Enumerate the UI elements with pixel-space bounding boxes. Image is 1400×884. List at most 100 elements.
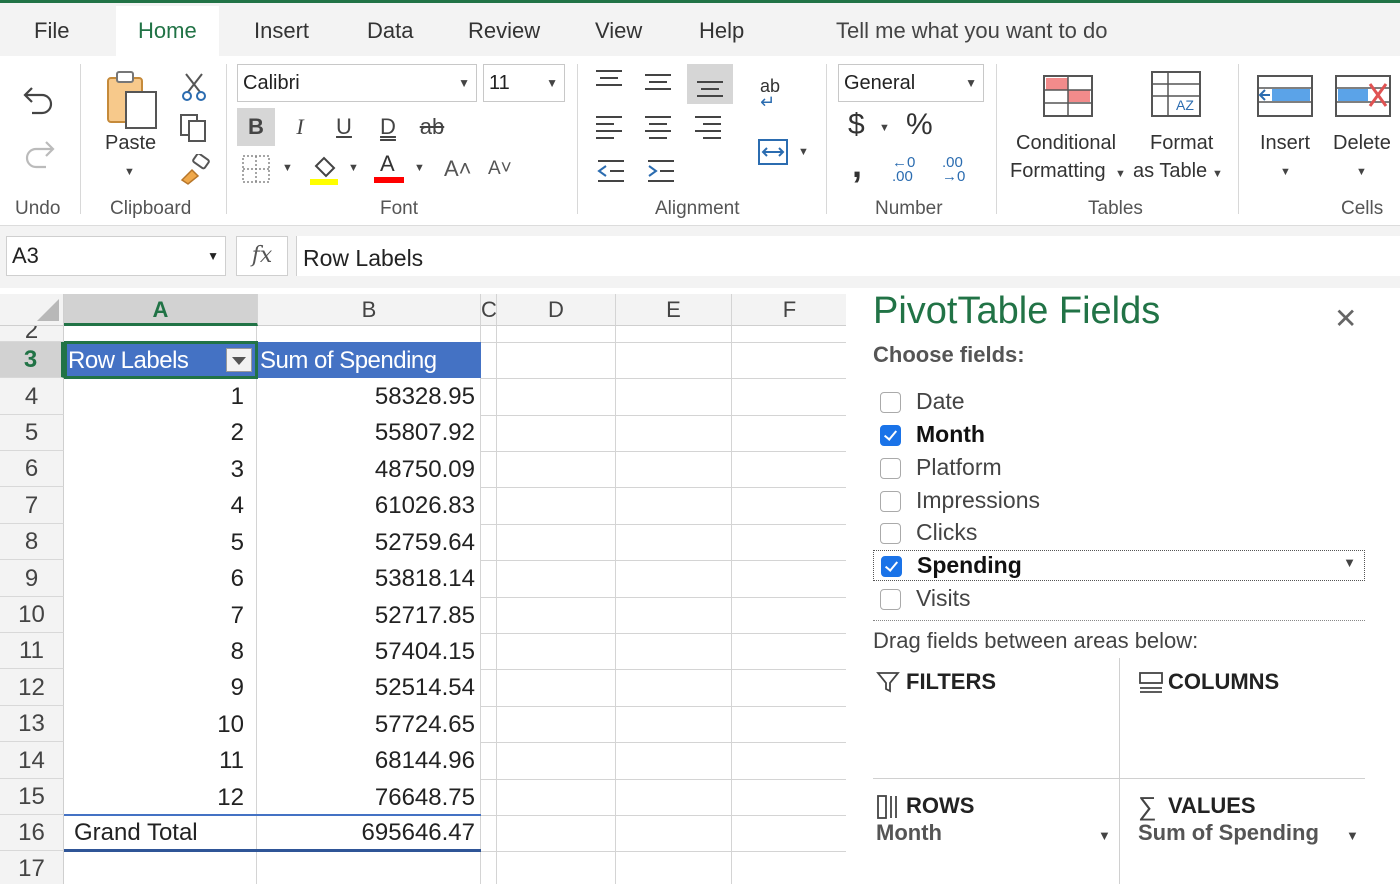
pivot-row-label[interactable]: 7 [64, 598, 250, 634]
checkbox-checked[interactable] [880, 425, 901, 446]
pivot-row-value[interactable]: 58328.95 [257, 379, 481, 415]
pivot-row-value[interactable]: 76648.75 [257, 780, 481, 816]
insert-dropdown-arrow[interactable]: ▼ [1280, 166, 1291, 178]
pivot-header-sum-of-spending[interactable]: Sum of Spending [260, 344, 480, 378]
column-header-b[interactable]: B [258, 294, 481, 326]
decrease-indent-icon[interactable] [596, 158, 626, 184]
close-icon[interactable]: ✕ [1334, 302, 1357, 335]
copy-icon[interactable] [178, 112, 210, 144]
conditional-formatting-label1[interactable]: Conditional [1016, 132, 1116, 155]
tab-home[interactable]: Home [116, 6, 219, 59]
align-center-icon[interactable] [643, 114, 673, 140]
font-color-dropdown-arrow[interactable]: ▼ [414, 162, 425, 174]
double-underline-button[interactable]: D [369, 108, 407, 146]
decrease-font-size-icon[interactable]: A˅ [488, 158, 512, 180]
undo-icon[interactable] [22, 84, 56, 116]
pivot-row-label[interactable]: 11 [64, 743, 250, 779]
font-name-dropdown[interactable]: Calibri ▼ [237, 64, 477, 102]
checkbox[interactable] [880, 589, 901, 610]
pivot-row-value[interactable]: 48750.09 [257, 452, 481, 488]
pivot-row-label[interactable]: 4 [64, 488, 250, 524]
tab-view[interactable]: View [573, 6, 664, 59]
align-middle-icon[interactable] [643, 72, 673, 94]
bold-button[interactable]: B [237, 108, 275, 146]
font-size-dropdown[interactable]: 11 ▼ [483, 64, 565, 102]
conditional-formatting-dropdown-arrow[interactable]: ▼ [1115, 168, 1126, 180]
pivot-row-label[interactable]: 8 [64, 634, 250, 670]
format-as-table-label2[interactable]: as Table [1133, 160, 1207, 183]
format-as-table-icon[interactable]: AZ [1150, 70, 1206, 122]
pivot-row-value[interactable]: 55807.92 [257, 415, 481, 451]
row-header[interactable]: 14 [0, 742, 64, 779]
increase-decimal-icon[interactable]: ←0.00 [892, 155, 915, 184]
checkbox[interactable] [880, 491, 901, 512]
font-color-button[interactable]: A [370, 149, 408, 187]
row-header[interactable]: 17 [0, 851, 64, 884]
align-left-icon[interactable] [594, 114, 624, 140]
percent-format-button[interactable]: % [906, 108, 933, 142]
rows-area-item[interactable]: Month [876, 820, 942, 846]
borders-icon[interactable] [241, 154, 271, 184]
strikethrough-button[interactable]: ab [413, 108, 451, 146]
merge-dropdown-arrow[interactable]: ▼ [798, 146, 809, 158]
decrease-decimal-icon[interactable]: .00 →0 [942, 155, 965, 184]
chevron-down-icon[interactable]: ▼ [1346, 828, 1359, 843]
currency-dropdown-arrow[interactable]: ▼ [879, 122, 890, 134]
checkbox[interactable] [880, 458, 901, 479]
pivot-row-value[interactable]: 52717.85 [257, 598, 481, 634]
conditional-formatting-label2[interactable]: Formatting [1010, 160, 1106, 183]
tab-insert[interactable]: Insert [232, 6, 331, 59]
select-all-corner[interactable] [0, 294, 64, 326]
pivot-row-label[interactable]: 9 [64, 670, 250, 706]
pivot-row-label[interactable]: 12 [64, 780, 250, 816]
row-labels-filter-button[interactable] [226, 348, 252, 372]
insert-function-icon[interactable]: fx [236, 236, 288, 276]
tab-review[interactable]: Review [446, 6, 562, 59]
delete-cells-icon[interactable] [1334, 74, 1392, 120]
column-header-d[interactable]: D [497, 294, 616, 326]
align-bottom-button[interactable] [687, 64, 733, 104]
pivot-row-value[interactable]: 61026.83 [257, 488, 481, 524]
pivot-row-value[interactable]: 68144.96 [257, 743, 481, 779]
field-date[interactable]: Date [873, 387, 1365, 418]
underline-button[interactable]: U [325, 108, 363, 146]
pivot-row-label[interactable]: 3 [64, 452, 250, 488]
checkbox-checked[interactable] [881, 556, 902, 577]
insert-cells-icon[interactable] [1256, 74, 1314, 120]
row-header[interactable]: 4 [0, 378, 64, 415]
row-header[interactable]: 15 [0, 779, 64, 815]
pivot-row-label[interactable]: 6 [64, 561, 250, 597]
number-format-dropdown[interactable]: General ▼ [838, 64, 984, 102]
chevron-down-icon[interactable]: ▼ [1343, 555, 1356, 570]
values-area-item[interactable]: Sum of Spending [1138, 820, 1319, 846]
row-header[interactable]: 16 [0, 815, 64, 851]
column-header-a[interactable]: A [64, 294, 258, 326]
pivot-row-value[interactable]: 52514.54 [257, 670, 481, 706]
checkbox[interactable] [880, 392, 901, 413]
pivot-row-label[interactable]: 5 [64, 525, 250, 561]
redo-icon[interactable] [22, 138, 56, 170]
paste-label[interactable]: Paste [105, 132, 156, 155]
field-spending[interactable]: Spending ▼ [873, 550, 1365, 581]
field-month[interactable]: Month [873, 420, 1365, 451]
row-header[interactable]: 11 [0, 633, 64, 669]
row-header[interactable]: 6 [0, 451, 64, 487]
increase-indent-icon[interactable] [646, 158, 676, 184]
increase-font-size-icon[interactable]: A˄ [444, 156, 472, 182]
pivot-row-label[interactable]: 10 [64, 707, 250, 743]
align-right-icon[interactable] [693, 114, 723, 140]
delete-label[interactable]: Delete [1333, 132, 1391, 155]
field-impressions[interactable]: Impressions [873, 486, 1365, 517]
format-painter-icon[interactable] [178, 154, 212, 186]
column-header-c[interactable]: C [481, 294, 497, 326]
paste-dropdown-arrow[interactable]: ▼ [124, 166, 135, 178]
cut-icon[interactable] [180, 72, 208, 102]
fill-color-dropdown-arrow[interactable]: ▼ [348, 162, 359, 174]
column-header-e[interactable]: E [616, 294, 732, 326]
formula-input[interactable]: Row Labels [296, 236, 1400, 276]
merge-center-icon[interactable] [757, 138, 789, 166]
worksheet-grid[interactable]: A B C D E F 2 3 4 5 6 7 8 9 10 11 12 13 … [0, 288, 846, 884]
comma-style-button[interactable]: , [852, 144, 862, 186]
field-clicks[interactable]: Clicks [873, 518, 1365, 549]
field-visits[interactable]: Visits [873, 584, 1365, 615]
